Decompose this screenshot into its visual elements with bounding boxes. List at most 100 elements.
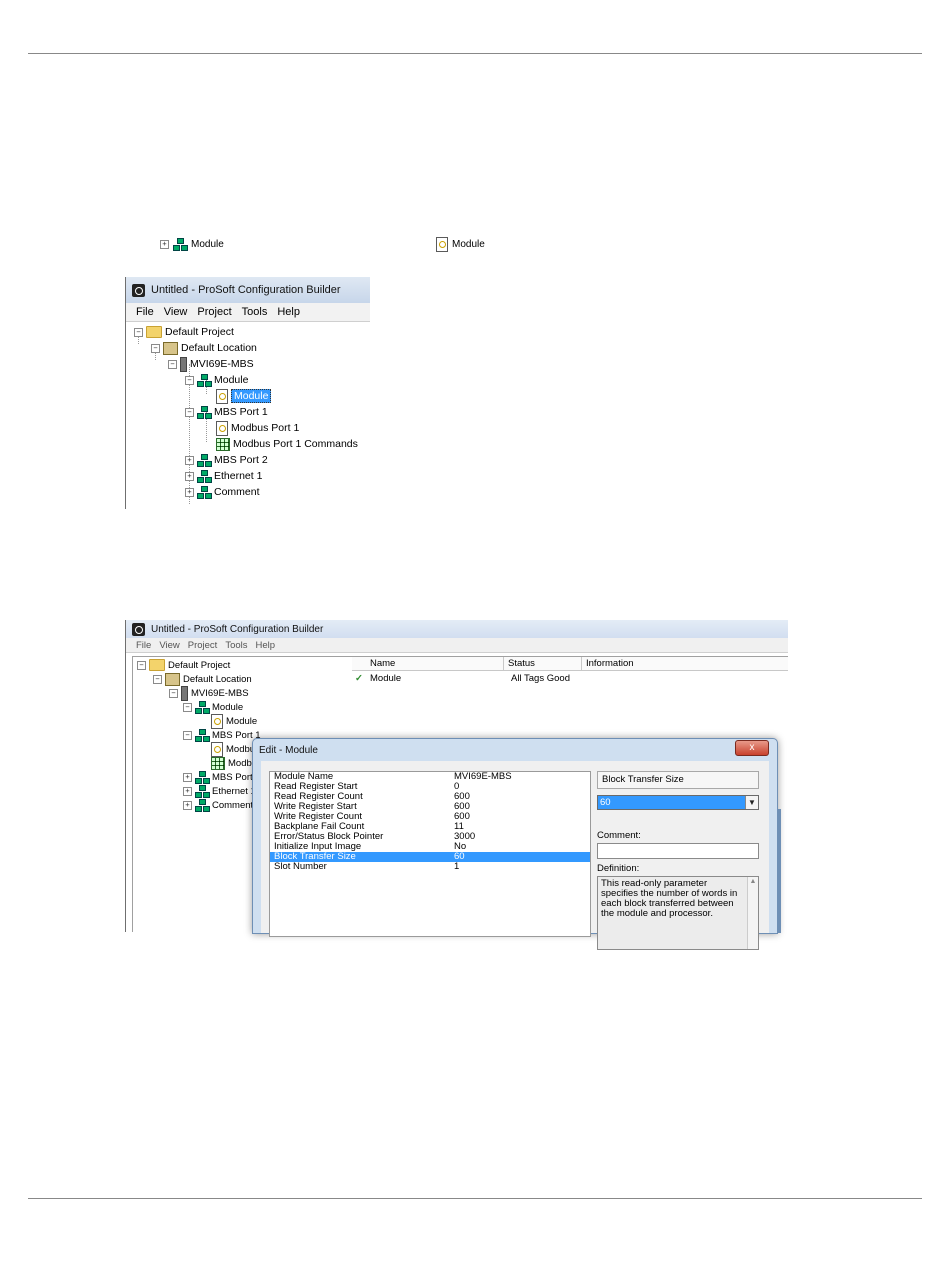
location-icon xyxy=(163,341,178,355)
tree-item-comment[interactable]: + Comment xyxy=(185,484,260,500)
expand-box-icon[interactable]: + xyxy=(183,800,192,810)
module-config-icon xyxy=(436,236,448,252)
tree-item-module-group[interactable]: − Module xyxy=(183,700,243,714)
bottom-rule xyxy=(28,1198,922,1199)
folder-icon xyxy=(149,659,165,671)
tree-item-modbus-port1[interactable]: Modbu xyxy=(211,741,255,757)
list-header: Name Status Information xyxy=(352,657,788,671)
network-icon xyxy=(195,785,210,798)
menu-help[interactable]: Help xyxy=(256,640,276,651)
network-icon xyxy=(197,470,212,483)
menu-project[interactable]: Project xyxy=(197,306,231,318)
parameter-editor: Block Transfer Size 60 ▼ Comment: Defini… xyxy=(597,771,759,950)
tree-item-ethernet1[interactable]: + Ethernet 1 xyxy=(183,784,256,798)
menu-view[interactable]: View xyxy=(159,640,179,651)
row-status: All Tags Good xyxy=(511,672,570,684)
menu-file[interactable]: File xyxy=(136,640,151,651)
tree-item-default-project[interactable]: − Default Project xyxy=(134,324,234,340)
tree-item-module[interactable]: Module xyxy=(211,713,257,729)
tree-item-mbs-port1[interactable]: − MBS Port 1 xyxy=(183,728,261,742)
collapse-box-icon[interactable]: − xyxy=(169,688,178,698)
inline-module-item: Module xyxy=(436,236,485,252)
collapse-box-icon[interactable]: − xyxy=(134,327,143,337)
expand-box-icon[interactable]: + xyxy=(183,786,192,796)
column-information[interactable]: Information xyxy=(582,657,776,670)
menu-view[interactable]: View xyxy=(164,306,188,318)
dialog-body: Module Name MVI69E-MBS Read Register Sta… xyxy=(261,761,769,950)
command-table-icon xyxy=(216,437,230,451)
tree-item-mbs-port1[interactable]: − MBS Port 1 xyxy=(185,404,268,420)
tree-item-module-group[interactable]: − Module xyxy=(185,372,248,388)
tree-item-modbus-port1-commands[interactable]: Modbu xyxy=(211,756,257,770)
table-row[interactable]: Slot Number 1 xyxy=(270,862,590,872)
app-icon xyxy=(132,283,145,297)
network-icon xyxy=(197,374,212,387)
inline-module-label-2: Module xyxy=(452,238,485,250)
tree-item-comment[interactable]: + Comment xyxy=(183,798,253,812)
comment-field[interactable] xyxy=(597,843,759,859)
expand-box-icon[interactable]: + xyxy=(185,471,194,481)
row-name: Module xyxy=(370,672,402,684)
app-icon xyxy=(132,622,145,636)
window-titlebar: Untitled - ProSoft Configuration Builder xyxy=(126,620,788,638)
collapse-box-icon[interactable]: − xyxy=(185,407,194,417)
device-icon xyxy=(180,356,187,372)
menu-help[interactable]: Help xyxy=(277,306,300,318)
port-config-icon xyxy=(211,741,223,757)
column-status[interactable]: Status xyxy=(504,657,582,670)
scrollbar[interactable]: ▲ xyxy=(747,877,758,949)
list-item[interactable]: ✓ Module All Tags Good xyxy=(352,671,788,685)
network-icon xyxy=(195,771,210,784)
window-edge xyxy=(777,809,781,933)
field-heading: Block Transfer Size xyxy=(597,771,759,789)
network-icon xyxy=(197,406,212,419)
dialog-titlebar: Edit - Module xyxy=(253,739,777,761)
tree-item-ethernet1[interactable]: + Ethernet 1 xyxy=(185,468,262,484)
menu-tools[interactable]: Tools xyxy=(242,306,268,318)
device-icon xyxy=(181,685,188,701)
menu-bar: File View Project Tools Help xyxy=(126,303,370,322)
tree-item-device[interactable]: − MVI69E-MBS xyxy=(169,685,249,701)
tree-item-default-location[interactable]: − Default Location xyxy=(151,340,257,356)
tree-item-device[interactable]: − MVI69E-MBS xyxy=(168,356,254,372)
close-button[interactable]: x xyxy=(735,740,769,756)
expand-box-icon[interactable]: + xyxy=(183,772,192,782)
location-icon xyxy=(165,672,180,686)
network-icon xyxy=(195,729,210,742)
network-icon xyxy=(173,238,188,251)
menu-tools[interactable]: Tools xyxy=(225,640,247,651)
parameter-list: Module Name MVI69E-MBS Read Register Sta… xyxy=(269,771,591,937)
network-icon xyxy=(195,799,210,812)
collapse-box-icon[interactable]: − xyxy=(168,359,177,369)
collapse-box-icon[interactable]: − xyxy=(151,343,160,353)
menu-bar: File View Project Tools Help xyxy=(126,638,788,653)
menu-project[interactable]: Project xyxy=(188,640,218,651)
pcb-window-tree-view: Untitled - ProSoft Configuration Builder… xyxy=(125,277,370,509)
edit-module-dialog: Edit - Module x Module Name MVI69E-MBS R… xyxy=(252,738,781,950)
expand-box-icon[interactable]: + xyxy=(185,487,194,497)
tree-item-default-location[interactable]: − Default Location xyxy=(153,672,252,686)
port-config-icon xyxy=(216,420,228,436)
collapse-box-icon[interactable]: − xyxy=(153,674,162,684)
chevron-down-icon[interactable]: ▼ xyxy=(745,796,758,809)
inline-module-label-1: Module xyxy=(191,238,224,250)
definition-label: Definition: xyxy=(597,863,640,874)
tree-item-default-project[interactable]: − Default Project xyxy=(137,658,230,672)
dialog-title: Edit - Module xyxy=(259,744,318,756)
tree-item-modbus-port1[interactable]: Modbus Port 1 xyxy=(216,420,299,436)
tree-item-mbs-port2[interactable]: + MBS Port 2 xyxy=(183,770,261,784)
tree-item-module[interactable]: Module xyxy=(216,388,272,404)
tree-item-modbus-port1-commands[interactable]: Modbus Port 1 Commands xyxy=(216,436,358,452)
column-name[interactable]: Name xyxy=(366,657,504,670)
check-icon: ✓ xyxy=(355,672,363,684)
tree-item-mbs-port2[interactable]: + MBS Port 2 xyxy=(185,452,268,468)
menu-file[interactable]: File xyxy=(136,306,154,318)
definition-text: This read-only parameter specifies the n… xyxy=(597,876,759,950)
expand-box-icon[interactable]: + xyxy=(185,455,194,465)
collapse-box-icon[interactable]: − xyxy=(183,702,192,712)
collapse-box-icon[interactable]: − xyxy=(183,730,192,740)
block-transfer-size-select[interactable]: 60 ▼ xyxy=(597,795,759,810)
collapse-box-icon[interactable]: − xyxy=(185,375,194,385)
top-rule xyxy=(28,53,922,54)
collapse-box-icon[interactable]: − xyxy=(137,660,146,670)
